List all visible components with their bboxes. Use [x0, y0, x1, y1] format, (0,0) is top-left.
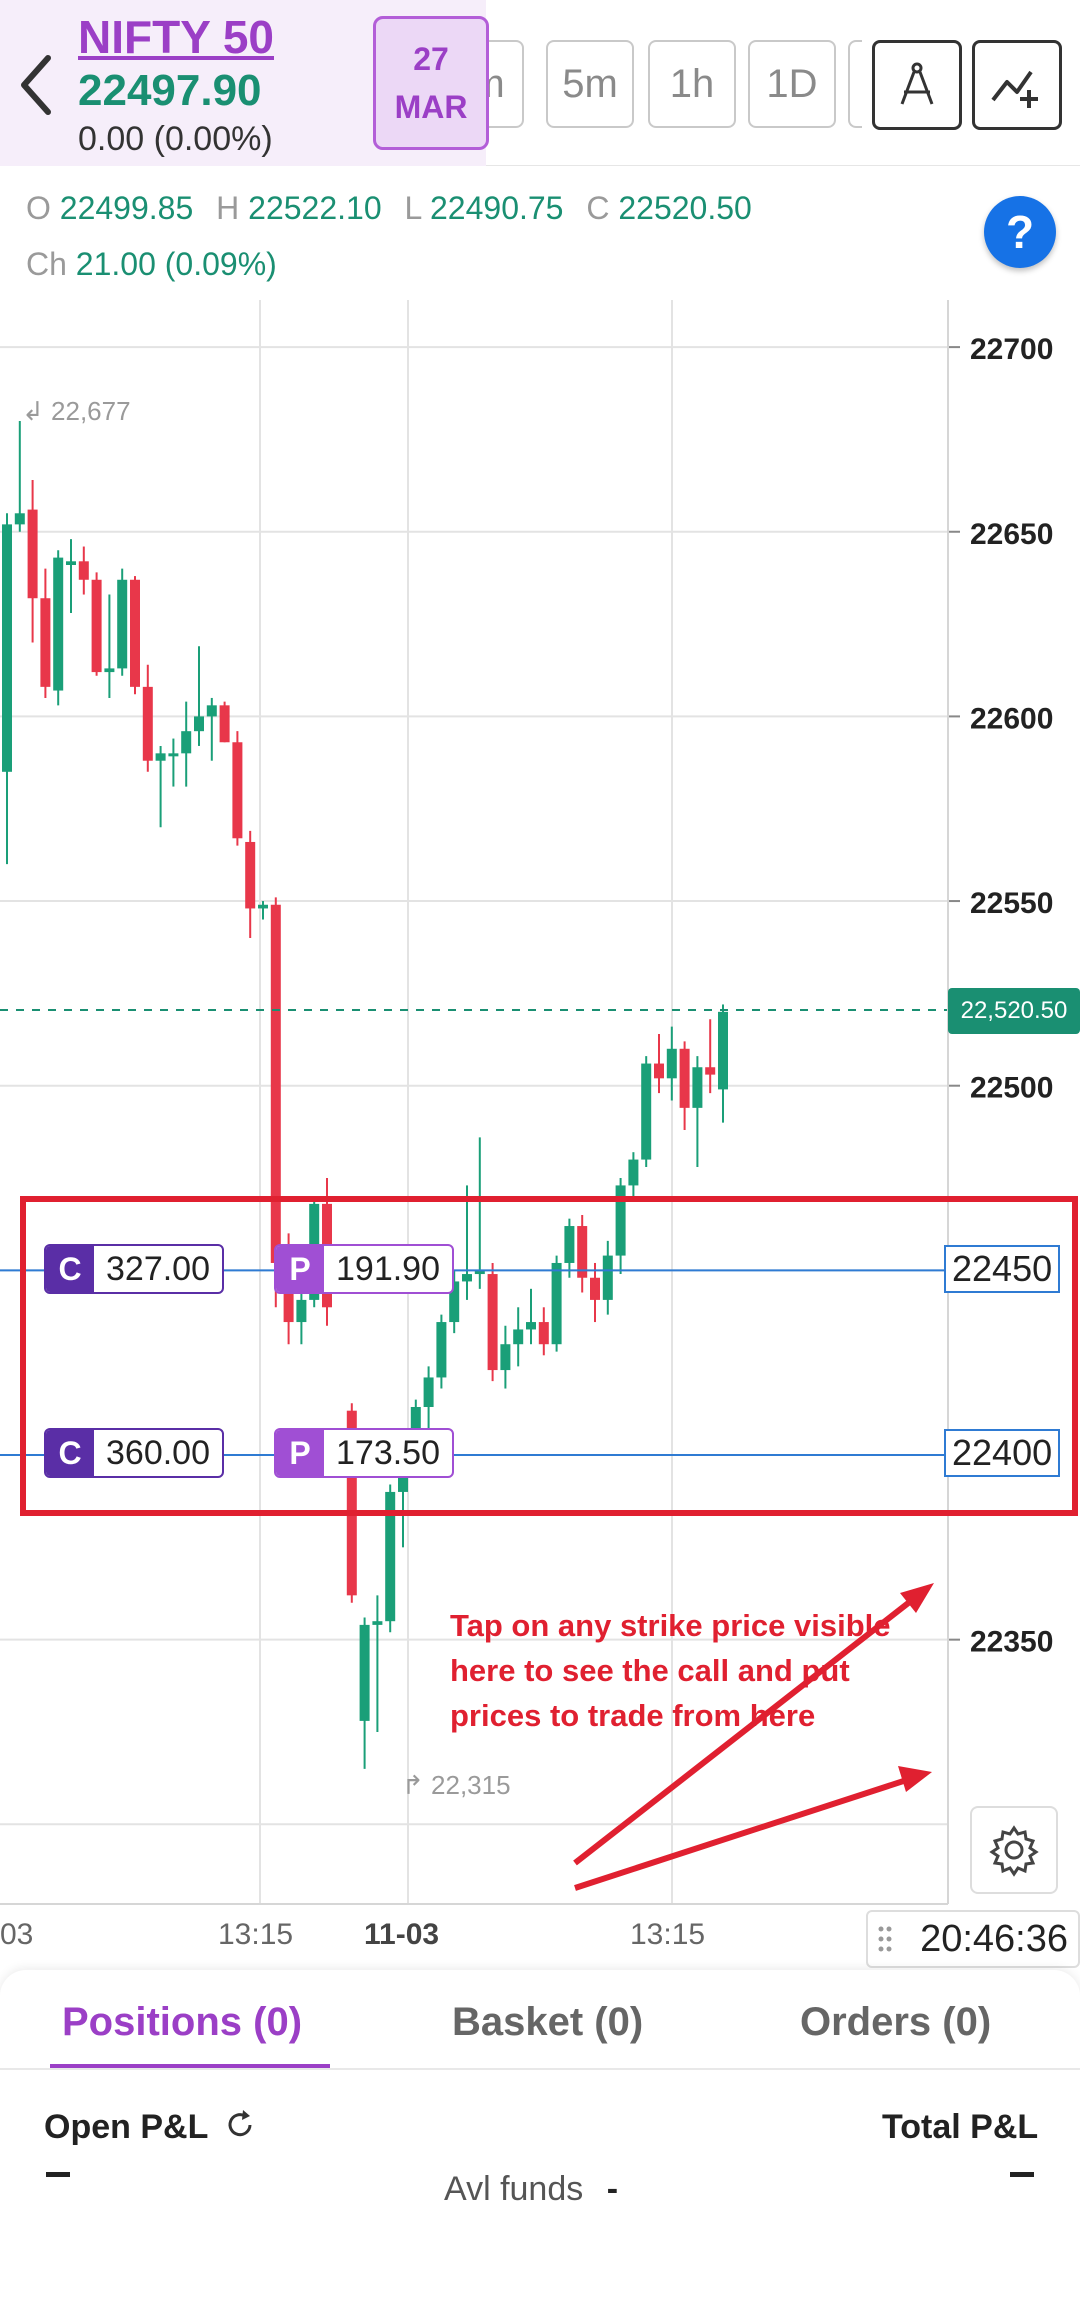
- chart-clock[interactable]: 20:46:36: [866, 1910, 1080, 1968]
- annotation-text: Tap on any strike price visible here to …: [450, 1608, 891, 1733]
- compass-icon: [900, 62, 934, 105]
- y-tick-label: 22350: [970, 1626, 1053, 1659]
- candle-up: [53, 557, 64, 691]
- y-tick-label: 22550: [970, 887, 1053, 920]
- tab-positions[interactable]: Positions (0): [62, 2000, 302, 2045]
- candle-down: [40, 598, 51, 687]
- last-price-tag: 22,520.50: [948, 988, 1080, 1034]
- drawing-tools-button[interactable]: [872, 40, 962, 130]
- candle-up: [258, 904, 268, 909]
- expiry-month: MAR: [394, 89, 468, 125]
- candle-up: [666, 1048, 677, 1079]
- candles: [2, 420, 728, 1769]
- total-pnl-value: [1010, 2172, 1034, 2177]
- expiry-button[interactable]: 27 MAR: [373, 16, 489, 150]
- annotation-highlight-box: [20, 1196, 1078, 1516]
- candle-up: [206, 705, 217, 717]
- session-high-label: ↲ 22,677: [22, 396, 131, 427]
- candle-up: [155, 753, 166, 761]
- total-pnl-label: Total P&L: [882, 2108, 1039, 2146]
- candle-down: [654, 1063, 664, 1079]
- symbol-change: 0.00 (0.00%): [78, 120, 273, 158]
- available-funds: Avl funds -: [444, 2170, 618, 2209]
- y-tick-label: 22600: [970, 702, 1053, 735]
- candle-up: [14, 513, 25, 525]
- panel-divider: [0, 2068, 1080, 2070]
- y-tick-label: 22500: [970, 1072, 1053, 1105]
- session-low-value: 22,315: [431, 1770, 511, 1800]
- candle-down: [245, 841, 256, 909]
- session-low-label: ↱ 22,315: [402, 1770, 511, 1801]
- candle-up: [168, 753, 179, 757]
- timeframe-1h-button[interactable]: 1h: [648, 40, 736, 128]
- candle-down: [219, 705, 230, 743]
- session-high-value: 22,677: [51, 396, 131, 426]
- candle-up: [372, 1621, 383, 1625]
- candle-up: [718, 1011, 728, 1090]
- down-arrow-icon: ↲: [22, 396, 44, 426]
- candle-down: [91, 579, 102, 673]
- open-pnl-label: Open P&L: [44, 2108, 208, 2146]
- candle-up: [641, 1063, 652, 1160]
- candle-down: [232, 742, 243, 839]
- low-value: 22490.75: [430, 190, 564, 226]
- timeframe-1d-button[interactable]: 1D: [748, 40, 836, 128]
- chart-settings-button[interactable]: [970, 1806, 1058, 1894]
- available-funds-label: Avl funds: [444, 2170, 584, 2208]
- high-label: H: [216, 190, 240, 226]
- close-label: C: [586, 190, 610, 226]
- low-label: L: [404, 190, 422, 226]
- timeframe-5m-button[interactable]: 5m: [546, 40, 634, 128]
- back-button[interactable]: [8, 40, 64, 130]
- x-axis-label: 03: [0, 1918, 34, 1951]
- change-label: Ch: [26, 246, 67, 282]
- indicators-button[interactable]: [972, 40, 1062, 130]
- candle-up: [66, 561, 76, 565]
- candle-up: [117, 579, 128, 669]
- tab-basket[interactable]: Basket (0): [452, 2000, 643, 2045]
- open-pnl[interactable]: Open P&L: [44, 2108, 257, 2147]
- x-axis-date-label: 11-03: [364, 1918, 440, 1951]
- timeframe-more-button[interactable]: [848, 40, 862, 128]
- candle-up: [692, 1067, 703, 1108]
- x-axis-label: 13:15: [630, 1918, 706, 1951]
- clock-time: 20:46:36: [920, 1917, 1068, 1960]
- chart-header: NIFTY 50 22497.90 0.00 (0.00%) m 27 MAR …: [0, 0, 1080, 166]
- open-pnl-value: [46, 2172, 70, 2177]
- gear-icon: [989, 1825, 1039, 1877]
- add-indicator-icon: [991, 70, 1038, 108]
- x-axis-label: 13:15: [218, 1918, 294, 1951]
- tab-orders[interactable]: Orders (0): [800, 2000, 991, 2045]
- drag-handle-icon: [878, 1926, 892, 1952]
- ohlc-readout: O 22499.85 H 22522.10 L 22490.75 C 22520…: [26, 190, 766, 227]
- candle-down: [142, 686, 153, 761]
- help-button[interactable]: ?: [984, 196, 1056, 268]
- candle-down: [679, 1048, 690, 1108]
- y-tick-label: 22700: [970, 333, 1053, 366]
- refresh-icon[interactable]: [223, 2108, 257, 2142]
- high-value: 22522.10: [248, 190, 382, 226]
- candle-down: [705, 1067, 716, 1075]
- change-value: 21.00 (0.09%): [75, 246, 277, 282]
- open-value: 22499.85: [59, 190, 194, 226]
- candle-up: [181, 731, 192, 754]
- open-label: O: [26, 190, 51, 226]
- close-value: 22520.50: [618, 190, 752, 226]
- symbol-price: 22497.90: [78, 66, 262, 115]
- change-readout: Ch 21.00 (0.09%): [26, 246, 277, 283]
- candle-down: [130, 579, 140, 687]
- candle-up: [359, 1624, 370, 1721]
- available-funds-value: -: [606, 2170, 619, 2208]
- candle-up: [104, 668, 115, 673]
- candle-up: [2, 524, 12, 772]
- candle-down: [27, 509, 38, 599]
- candle-up: [628, 1159, 639, 1186]
- expiry-day: 27: [413, 41, 449, 77]
- chevron-left-icon: [21, 55, 51, 115]
- candle-up: [194, 716, 204, 732]
- up-arrow-icon: ↱: [402, 1770, 424, 1800]
- candle-down: [78, 561, 89, 580]
- symbol-name[interactable]: NIFTY 50: [78, 10, 274, 64]
- y-tick-label: 22650: [970, 518, 1053, 551]
